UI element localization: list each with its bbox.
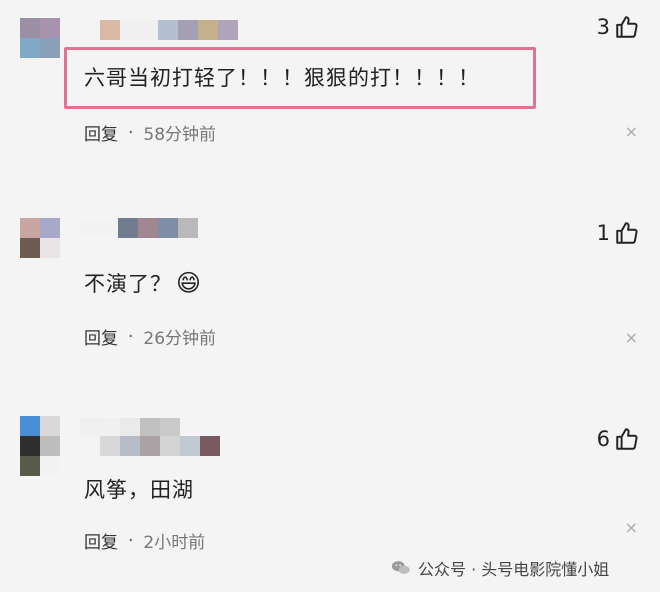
like-count: 6 [596, 427, 610, 451]
separator-dot: · [128, 122, 134, 143]
like-button[interactable]: 1 [597, 220, 640, 246]
timestamp: 26分钟前 [143, 329, 217, 349]
comment-meta: 回复 · 2小时前 [84, 528, 206, 554]
separator-dot: · [128, 530, 134, 551]
avatar[interactable] [20, 416, 60, 456]
watermark: 公众号 · 头号电影院懂小姐 [390, 556, 609, 580]
laughing-emoji-icon: 😄 [176, 269, 203, 297]
timestamp: 58分钟前 [143, 125, 217, 145]
reply-button[interactable]: 回复 [84, 528, 118, 553]
close-icon[interactable]: × [625, 518, 638, 537]
comment-text: 六哥当初打轻了！！！狠狠的打！！！！ [84, 66, 480, 90]
comment-text: 不演了？ 😄 [84, 268, 202, 298]
username-blurred[interactable] [80, 418, 180, 438]
comment-text: 风筝，田湖 [84, 478, 194, 502]
thumbs-up-icon [616, 16, 638, 38]
comment-meta: 回复 · 58分钟前 [84, 120, 217, 146]
separator-dot: · [128, 326, 134, 347]
timestamp: 2小时前 [143, 533, 206, 553]
avatar[interactable] [20, 218, 60, 258]
comment-text-body: 不演了？ [84, 272, 172, 296]
like-button[interactable]: 6 [597, 426, 640, 452]
like-count: 3 [596, 15, 610, 39]
avatar[interactable] [20, 18, 60, 58]
wechat-icon [391, 561, 410, 574]
comment-meta: 回复 · 26分钟前 [84, 324, 217, 350]
close-icon[interactable]: × [625, 122, 638, 141]
reply-button[interactable]: 回复 [84, 324, 118, 349]
like-button[interactable]: 3 [597, 14, 640, 40]
thumbs-up-icon [616, 222, 638, 244]
reply-button[interactable]: 回复 [84, 120, 118, 145]
username-blurred[interactable] [80, 218, 198, 238]
username-blurred-row2 [80, 436, 220, 456]
close-icon[interactable]: × [625, 328, 638, 347]
thumbs-up-icon [616, 428, 638, 450]
like-count: 1 [596, 221, 610, 245]
watermark-text: 公众号 · 头号电影院懂小姐 [418, 560, 610, 579]
avatar-lower [20, 456, 60, 496]
username-blurred[interactable] [80, 20, 238, 40]
